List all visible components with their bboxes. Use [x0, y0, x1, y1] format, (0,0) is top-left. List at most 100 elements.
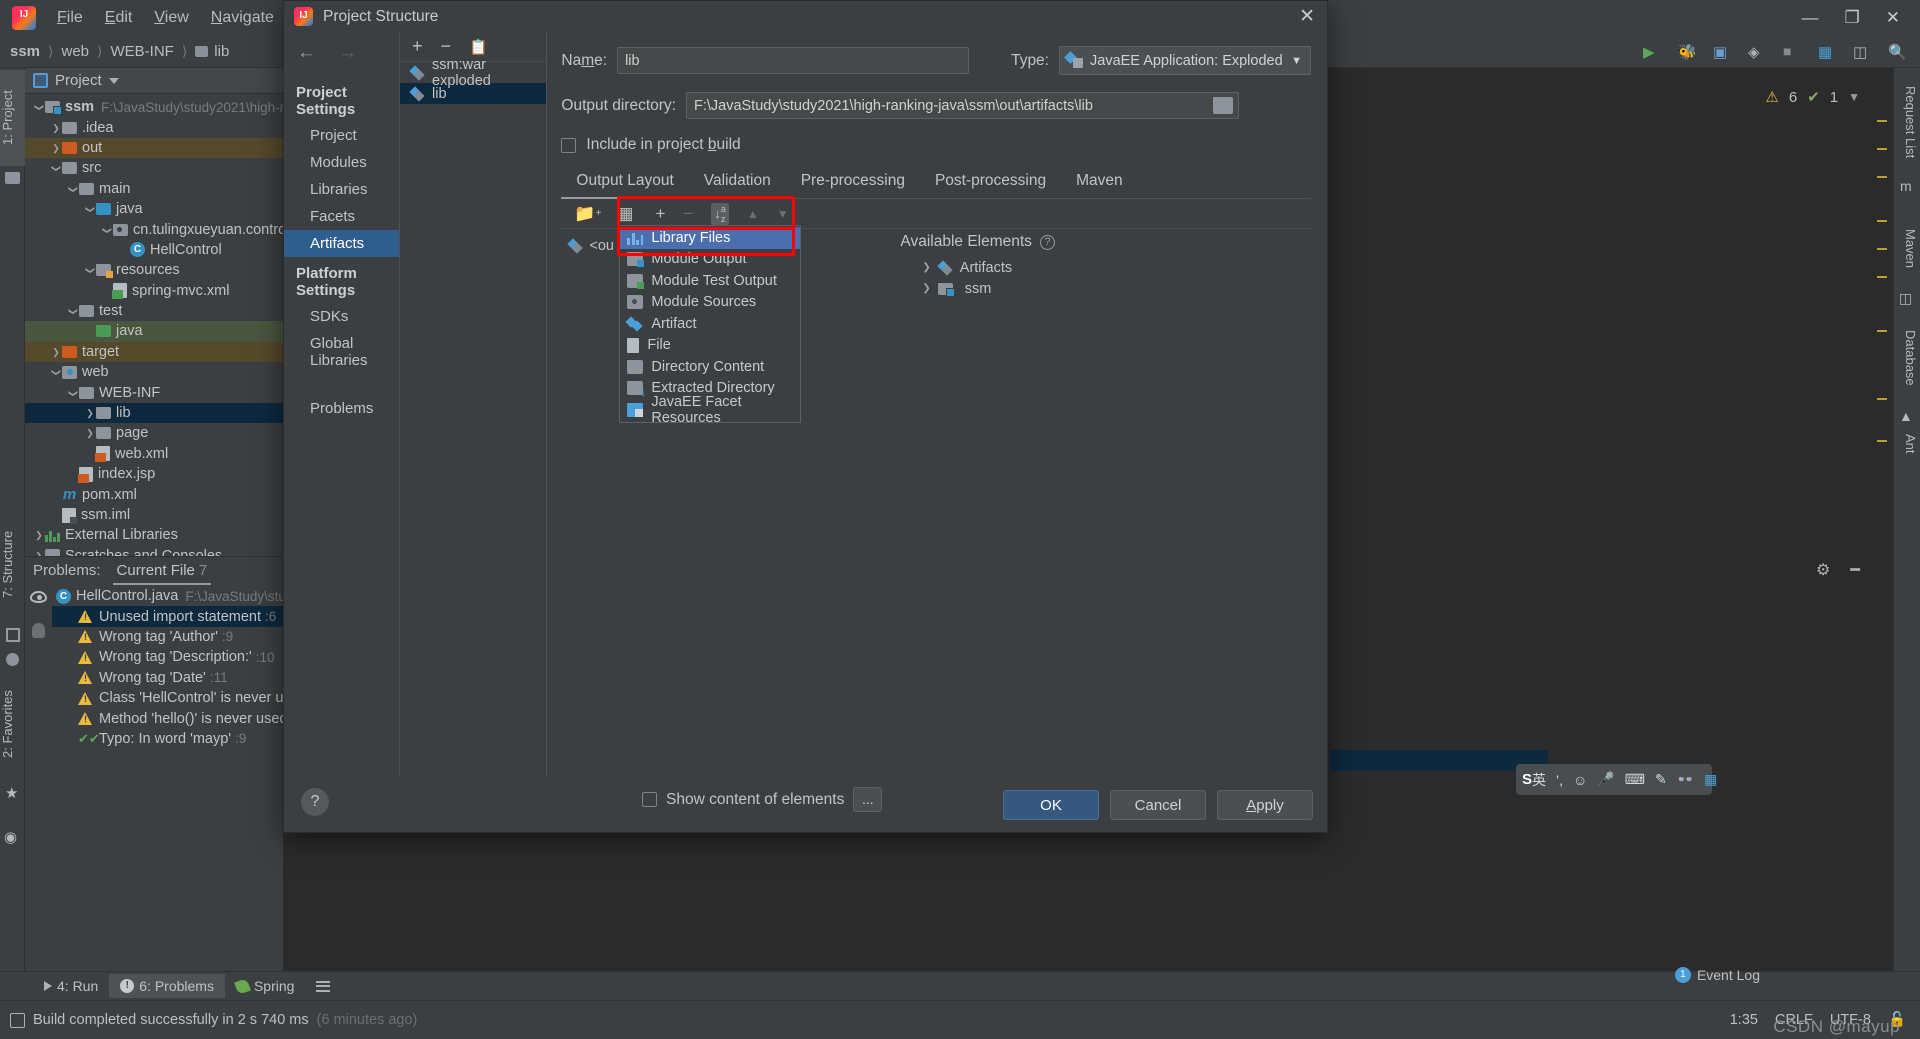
tab-output-layout[interactable]: Output Layout — [561, 166, 690, 199]
tab-current-file[interactable]: Current File 7 — [112, 562, 211, 585]
tree-node[interactable]: ssm.iml — [25, 505, 283, 525]
available-element-ssm[interactable]: ❯ ssm — [900, 278, 1311, 299]
coverage-icon[interactable]: ▣ — [1713, 43, 1731, 61]
breadcrumb-item-web[interactable]: web — [62, 43, 90, 60]
breadcrumb-item-ssm[interactable]: ssm — [10, 43, 40, 60]
chevron-right-icon[interactable] — [50, 122, 62, 134]
tree-node[interactable]: index.jsp — [25, 464, 283, 484]
sidebar-tab-database[interactable]: Database — [1895, 318, 1918, 398]
tree-node[interactable]: java — [25, 199, 283, 219]
browse-folder-icon[interactable] — [1212, 97, 1233, 114]
tree-node[interactable]: spring-mvc.xml — [25, 281, 283, 301]
forward-arrow-icon[interactable]: → — [338, 42, 357, 64]
tree-node[interactable]: External Libraries — [25, 525, 283, 545]
event-log-indicator[interactable]: 1 Event Log — [1674, 967, 1760, 983]
chevron-down-icon[interactable] — [101, 224, 113, 236]
menu-navigate[interactable]: Navigate — [200, 5, 285, 31]
sort-az-icon[interactable]: ↓ a z — [711, 202, 729, 225]
ime-tools-icon[interactable]: ✎ — [1655, 771, 1667, 788]
close-button[interactable]: ✕ — [1886, 8, 1900, 28]
breadcrumb-item-lib[interactable]: lib — [214, 43, 229, 60]
sidebar-item-modules[interactable]: Modules — [284, 149, 399, 176]
minimize-icon[interactable]: ━ — [1850, 560, 1860, 580]
chevron-right-icon[interactable]: ❯ — [922, 283, 930, 294]
bottom-tab-problems[interactable]: ! 6: Problems — [109, 974, 225, 998]
sidebar-tab-structure[interactable]: 7: Structure — [0, 508, 25, 620]
sidebar-item-problems[interactable]: Problems — [284, 374, 399, 422]
problem-row[interactable]: Unused import statement:6 — [52, 606, 283, 627]
inspection-summary[interactable]: ⚠ 6 ✔ 1 ▼ — [1765, 88, 1860, 107]
tree-node[interactable]: ssm F:\JavaStudy\study2021\high-ra — [25, 97, 292, 117]
problem-row[interactable]: Wrong tag 'Description:':10 — [52, 647, 283, 667]
tree-node[interactable]: out — [25, 137, 283, 159]
chevron-down-icon[interactable] — [108, 77, 119, 84]
chevron-down-icon[interactable] — [67, 183, 79, 195]
popup-menu-item[interactable]: File — [620, 335, 800, 357]
apply-button[interactable]: Apply — [1217, 790, 1313, 820]
ime-keyboard-icon[interactable]: ⌨ — [1625, 771, 1645, 788]
bottom-tab-run[interactable]: 4: Run — [33, 974, 109, 998]
chevron-right-icon[interactable] — [50, 346, 62, 358]
tree-node[interactable]: WEB-INF — [25, 382, 283, 402]
ime-lang-icon[interactable]: 英 — [1532, 770, 1546, 790]
tree-node[interactable]: C HellControl — [25, 240, 283, 260]
tree-node[interactable]: main — [25, 179, 283, 199]
ime-skin-icon[interactable]: 👓 — [1677, 771, 1694, 788]
help-button[interactable]: ? — [301, 788, 329, 816]
sidebar-tab-favorites[interactable]: 2: Favorites — [0, 668, 25, 780]
create-directory-icon[interactable]: 📁 + — [566, 204, 601, 224]
project-structure-icon[interactable]: ▦ — [1818, 43, 1836, 61]
move-down-button[interactable]: ▼ — [777, 207, 789, 221]
tab-maven[interactable]: Maven — [1061, 166, 1138, 198]
ime-menu-icon[interactable]: ▦ — [1704, 771, 1717, 788]
eye-icon[interactable] — [30, 591, 47, 603]
search-icon[interactable]: 🔍 — [1888, 43, 1907, 61]
problems-file-row[interactable]: C HellControl.java F:\JavaStudy\stud — [52, 586, 283, 606]
popup-menu-item[interactable]: Artifact — [620, 313, 800, 335]
output-directory-input[interactable]: F:\JavaStudy\study2021\high-ranking-java… — [685, 92, 1239, 119]
tree-node[interactable]: m pom.xml — [25, 484, 283, 504]
artifact-name-input[interactable]: lib — [617, 47, 970, 74]
chevron-right-icon[interactable] — [33, 529, 45, 541]
available-element-artifacts[interactable]: ❯ Artifacts — [900, 257, 1311, 278]
problem-row[interactable]: Method 'hello()' is never used: — [52, 708, 283, 728]
tree-node[interactable]: java — [25, 321, 283, 342]
bottom-tab-more[interactable] — [305, 977, 341, 996]
minimize-button[interactable]: — — [1802, 8, 1819, 28]
show-content-more-button[interactable]: ... — [853, 787, 883, 812]
chevron-right-icon[interactable]: ❯ — [922, 262, 930, 273]
add-element-popup-menu[interactable]: Library Files Module Output Module Test Ou… — [619, 225, 802, 426]
sidebar-item-project[interactable]: Project — [284, 122, 399, 149]
breadcrumb-item-webinf[interactable]: WEB-INF — [111, 43, 174, 60]
problem-row[interactable]: ✔✔ Typo: In word 'mayp':9 — [52, 729, 283, 749]
remove-artifact-button[interactable]: − — [441, 36, 452, 57]
tree-node[interactable]: .idea — [25, 117, 283, 137]
tab-pre-processing[interactable]: Pre-processing — [786, 166, 920, 198]
tree-node[interactable]: src — [25, 158, 283, 178]
chevron-down-icon[interactable] — [50, 366, 62, 378]
tree-node[interactable]: page — [25, 423, 283, 443]
ok-button[interactable]: OK — [1003, 790, 1099, 820]
sidebar-tab-request-list[interactable]: Request List — [1895, 74, 1918, 170]
sidebar-tab-ant[interactable]: Ant — [1895, 428, 1918, 460]
project-panel-header[interactable]: Project — [25, 68, 283, 94]
sidebar-item-facets[interactable]: Facets — [284, 203, 399, 230]
chevron-right-icon[interactable] — [84, 407, 96, 419]
cancel-button[interactable]: Cancel — [1110, 790, 1206, 820]
maximize-button[interactable]: ❐ — [1845, 8, 1860, 28]
bottom-tab-spring[interactable]: Spring — [225, 974, 305, 998]
ime-mic-icon[interactable]: 🎤 — [1597, 771, 1614, 788]
dialog-close-button[interactable]: ✕ — [1299, 7, 1315, 26]
sidebar-tab-maven[interactable]: Maven — [1895, 218, 1918, 280]
add-artifact-button[interactable]: + — [412, 36, 423, 57]
problem-row[interactable]: Class 'HellControl' is never used — [52, 688, 283, 708]
chevron-down-icon[interactable] — [33, 101, 45, 113]
menu-file[interactable]: File — [46, 5, 94, 31]
gear-icon[interactable]: ⚙ — [1816, 560, 1830, 580]
tree-node[interactable]: test — [25, 301, 283, 321]
menu-edit[interactable]: Edit — [94, 5, 144, 31]
sidebar-item-global-libraries[interactable]: Global Libraries — [284, 330, 399, 374]
stop-icon[interactable]: ■ — [1783, 43, 1801, 61]
chevron-down-icon[interactable] — [84, 203, 96, 215]
menu-view[interactable]: View — [143, 5, 199, 31]
